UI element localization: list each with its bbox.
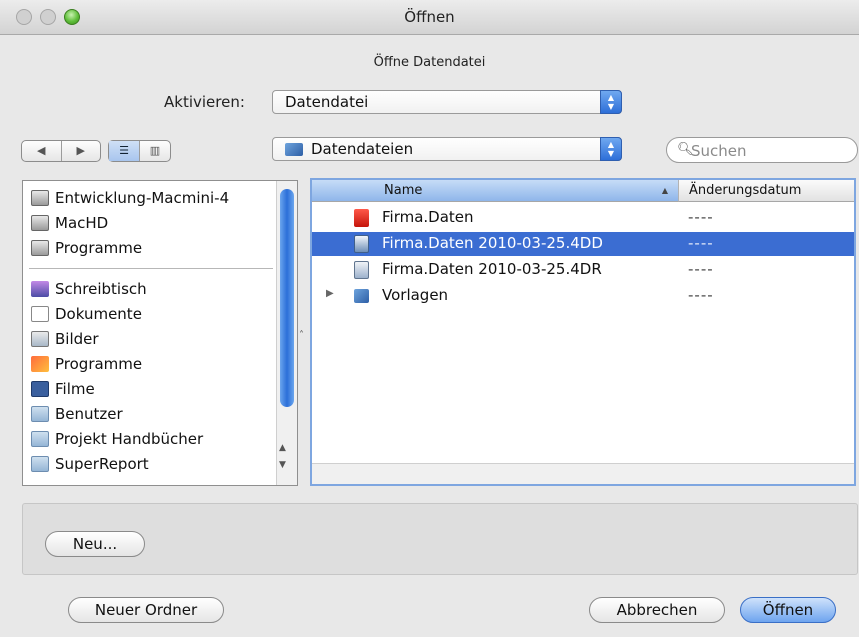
column-header-date-label: Änderungsdatum xyxy=(689,183,802,198)
sidebar-scroll-thumb[interactable] xyxy=(280,189,294,407)
sort-ascending-icon: ▲ xyxy=(661,186,668,195)
file-date: ---- xyxy=(688,208,714,226)
search-placeholder: Suchen xyxy=(691,142,747,160)
sidebar-item-label: SuperReport xyxy=(55,455,149,473)
file-row[interactable]: Firma.Daten ---- xyxy=(312,206,854,230)
sidebar-item-pictures[interactable]: Bilder xyxy=(31,328,99,350)
file-date: ---- xyxy=(688,234,714,252)
sidebar-item-applications[interactable]: Programme xyxy=(31,353,142,375)
sidebar-item-project-manuals[interactable]: Projekt Handbücher xyxy=(31,428,203,450)
dialog-subtitle: Öffne Datendatei xyxy=(373,55,486,70)
drive-icon xyxy=(31,190,49,206)
movies-icon xyxy=(31,381,49,397)
folder-row[interactable]: ▶ Vorlagen ---- xyxy=(312,284,854,308)
column-header-date[interactable]: Änderungsdatum xyxy=(678,180,854,202)
applications-icon xyxy=(31,356,49,372)
file-name: Firma.Daten 2010-03-25.4DR xyxy=(382,260,602,278)
sidebar-item-label: Schreibtisch xyxy=(55,280,147,298)
new-folder-button[interactable]: Neuer Ordner xyxy=(68,597,224,623)
sidebar-item-device[interactable]: MacHD xyxy=(31,212,108,234)
file-date: ---- xyxy=(688,286,714,304)
search-input[interactable]: 🔍︎ Suchen xyxy=(666,137,858,163)
folder-icon xyxy=(354,289,369,303)
folder-icon xyxy=(31,456,49,472)
pane-resize-handle[interactable]: ˄ xyxy=(299,330,304,341)
file-date: ---- xyxy=(688,260,714,278)
sidebar-item-desktop[interactable]: Schreibtisch xyxy=(31,278,147,300)
file-row[interactable]: Firma.Daten 2010-03-25.4DR ---- xyxy=(312,258,854,282)
folder-icon xyxy=(285,143,303,156)
sidebar-item-label: Bilder xyxy=(55,330,99,348)
sidebar-item-movies[interactable]: Filme xyxy=(31,378,95,400)
location-value: Datendateien xyxy=(311,140,414,158)
drive-icon xyxy=(31,240,49,256)
file-name: Firma.Daten 2010-03-25.4DD xyxy=(382,234,603,252)
disclosure-triangle-icon[interactable]: ▶ xyxy=(326,288,334,299)
document-file-icon xyxy=(354,261,369,279)
drive-icon xyxy=(31,215,49,231)
title-bar: Öffnen xyxy=(0,0,859,35)
folder-icon xyxy=(31,406,49,422)
sidebar-item-label: Dokumente xyxy=(55,305,142,323)
sidebar-item-superreport[interactable]: SuperReport xyxy=(31,453,149,475)
back-arrow-icon[interactable]: ◀ xyxy=(22,141,61,161)
accessory-panel xyxy=(22,503,858,575)
view-mode-control: ☰ ▥ xyxy=(108,140,171,162)
sidebar-item-device[interactable]: Entwicklung-Macmini-4 xyxy=(31,187,229,209)
file-name: Vorlagen xyxy=(382,286,449,304)
list-view-icon[interactable]: ☰ xyxy=(109,141,139,161)
column-header-name-label: Name xyxy=(384,183,423,198)
open-button[interactable]: Öffnen xyxy=(740,597,836,623)
activate-label: Aktivieren: xyxy=(164,93,245,111)
back-forward-control: ◀ ▶ xyxy=(21,140,101,162)
scroll-down-icon[interactable]: ▼ xyxy=(279,460,286,470)
popup-arrows-icon: ▲ ▼ xyxy=(600,90,622,114)
sidebar-item-label: Projekt Handbücher xyxy=(55,430,204,448)
file-browser: Name ▲ Änderungsdatum Firma.Daten ---- F… xyxy=(310,178,856,486)
window-title: Öffnen xyxy=(404,8,455,26)
popup-arrows-icon: ▲ ▼ xyxy=(600,137,622,161)
sidebar-item-documents[interactable]: Dokumente xyxy=(31,303,142,325)
sidebar-scrollbar[interactable]: ▲ ▼ xyxy=(276,181,297,485)
folder-icon xyxy=(31,431,49,447)
activate-popup[interactable]: Datendatei ▲ ▼ xyxy=(272,90,622,114)
sidebar-item-label: Programme xyxy=(55,355,143,373)
pictures-icon xyxy=(31,331,49,347)
sidebar-item-users[interactable]: Benutzer xyxy=(31,403,123,425)
sidebar-item-label: Entwicklung-Macmini-4 xyxy=(55,189,230,207)
sidebar-divider xyxy=(29,268,273,269)
sidebar-item-label: MacHD xyxy=(55,214,109,232)
new-button[interactable]: Neu... xyxy=(45,531,145,557)
sidebar-item-label: Filme xyxy=(55,380,95,398)
sidebar: Entwicklung-Macmini-4 MacHD Programme Sc… xyxy=(22,180,298,486)
activate-value: Datendatei xyxy=(285,93,369,111)
location-popup[interactable]: Datendateien ▲ ▼ xyxy=(272,137,622,161)
data-file-icon xyxy=(354,235,369,253)
forward-arrow-icon[interactable]: ▶ xyxy=(60,141,101,161)
cancel-button[interactable]: Abbrechen xyxy=(589,597,725,623)
sidebar-item-label: Programme xyxy=(55,239,143,257)
column-header-name[interactable]: Name ▲ xyxy=(312,180,678,202)
document-icon xyxy=(31,306,49,322)
horizontal-scrollbar[interactable] xyxy=(312,463,854,484)
sidebar-item-label: Benutzer xyxy=(55,405,123,423)
red-file-icon xyxy=(354,209,369,227)
scroll-up-icon[interactable]: ▲ xyxy=(279,443,286,453)
file-name: Firma.Daten xyxy=(382,208,474,226)
column-view-icon[interactable]: ▥ xyxy=(139,141,170,161)
sidebar-item-device[interactable]: Programme xyxy=(31,237,142,259)
desktop-icon xyxy=(31,281,49,297)
file-row-selected[interactable]: Firma.Daten 2010-03-25.4DD ---- xyxy=(312,232,854,256)
